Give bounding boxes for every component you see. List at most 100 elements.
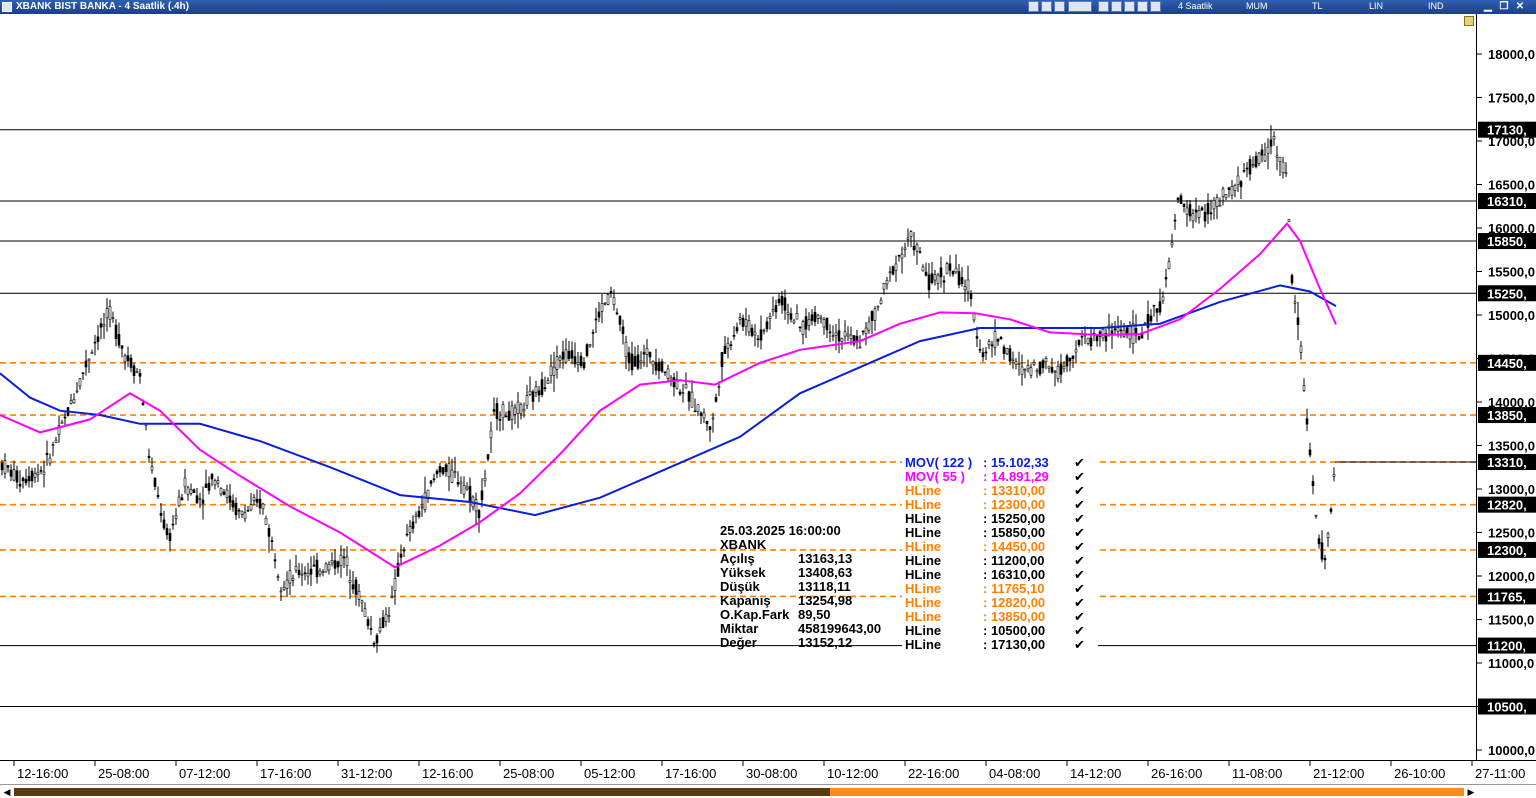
toolbar-tool-7-icon[interactable] (1137, 1, 1148, 12)
ohlc-value: 13408,63 (798, 565, 852, 580)
candle-body (480, 490, 484, 501)
candle-body (768, 315, 772, 319)
toolbar-tool-5-icon[interactable] (1111, 1, 1122, 12)
candle-body (834, 332, 838, 336)
candle-body (150, 466, 154, 471)
candle-body (1314, 514, 1318, 517)
ohlc-value: 13152,12 (798, 635, 852, 650)
time-axis[interactable]: 12-16:00 25-08:00 07-12:00 17-16:00 31-12:00… (0, 760, 1536, 784)
legend-check-icon: ✔ (1074, 455, 1085, 470)
candle-body (597, 311, 601, 318)
candle-body (621, 326, 625, 334)
candle-body (705, 421, 709, 425)
toolbar-tool-8-icon[interactable] (1150, 1, 1161, 12)
x-tick-label: 26-16:00 (1151, 766, 1202, 781)
scroll-thumb[interactable] (830, 788, 1464, 796)
candle-body (813, 312, 817, 323)
candle-body (999, 337, 1003, 340)
legend-value: : 10500,00 (983, 623, 1045, 638)
candle-body (498, 418, 502, 421)
candle-body (165, 528, 169, 536)
legend-value: : 12300,00 (983, 497, 1045, 512)
candle-body (234, 502, 238, 516)
candle-body (420, 506, 424, 509)
chart-plot-area[interactable]: 25.03.2025 16:00:00 XBANK Açılış 13163,13 Yü… (0, 14, 1476, 760)
candle-body (807, 319, 811, 326)
menu-currency[interactable]: TL (1312, 1, 1323, 11)
candle-body (438, 466, 442, 473)
toolbar-tool-4-icon[interactable] (1098, 1, 1109, 12)
toolbar-dropdown-icon[interactable] (1068, 1, 1092, 12)
candle-body (1170, 242, 1174, 246)
x-tick-label: 25-08:00 (503, 766, 554, 781)
candle-body (711, 417, 715, 420)
candle-body (1248, 159, 1252, 175)
candle-body (693, 410, 697, 413)
candle-body (864, 327, 868, 334)
candle-body (1188, 204, 1192, 217)
candle-body (1200, 207, 1204, 211)
candle-body (108, 305, 112, 320)
legend-check-icon: ✔ (1074, 637, 1085, 652)
candle-body (687, 391, 691, 402)
chart-resize-icon[interactable] (1464, 16, 1474, 26)
scroll-left-icon[interactable]: ◀ (2, 787, 12, 797)
candle-body (222, 491, 226, 495)
menu-scale[interactable]: LIN (1369, 1, 1383, 11)
window-titlebar: XBANK BIST BANKA - 4 Saatlik (.4h) 4 Saa… (0, 0, 1536, 14)
candle-body (417, 510, 421, 517)
candle-body (720, 352, 724, 368)
candle-body (882, 283, 886, 290)
candle-body (1161, 296, 1165, 302)
candle-body (1299, 345, 1303, 353)
candle-body (771, 309, 775, 312)
candle-body (114, 324, 118, 340)
scroll-right-icon[interactable]: ▶ (1466, 787, 1476, 797)
candle-body (369, 628, 373, 630)
toolbar-tool-1-icon[interactable] (1028, 1, 1039, 12)
candle-body (21, 477, 25, 482)
toolbar-tool-6-icon[interactable] (1124, 1, 1135, 12)
legend-value: : 15250,00 (983, 511, 1045, 526)
price-axis[interactable]: 18000,0 17500,0 17000,0 16500,0 16000,0 15500… (1476, 14, 1536, 760)
candle-body (1320, 542, 1324, 560)
legend-label: MOV( 55 ) (905, 469, 965, 484)
candle-body (645, 348, 649, 355)
toolbar-tool-3-icon[interactable] (1054, 1, 1065, 12)
candle-body (549, 365, 553, 376)
candle-body (180, 497, 184, 501)
candle-body (1101, 328, 1105, 339)
candle-body (312, 564, 316, 567)
restore-icon[interactable]: ❐ (1498, 1, 1510, 13)
toolbar-tool-2-icon[interactable] (1041, 1, 1052, 12)
candle-body (948, 263, 952, 271)
candle-body (885, 280, 889, 285)
candle-body (1185, 207, 1189, 215)
candle-body (1227, 187, 1231, 190)
menu-chart-type[interactable]: MUM (1246, 1, 1268, 11)
x-tick-label: 14-12:00 (1070, 766, 1121, 781)
minimize-icon[interactable]: ▁ (1482, 1, 1494, 13)
menu-indicators[interactable]: IND (1428, 1, 1444, 11)
candle-body (912, 245, 916, 251)
legend-value: : 15.102,33 (983, 455, 1049, 470)
candle-body (348, 580, 352, 583)
horizontal-scrollbar[interactable]: ◀ ▶ (0, 784, 1536, 798)
x-tick-label: 10-12:00 (827, 766, 878, 781)
candle-body (993, 331, 997, 348)
candle-body (1074, 348, 1078, 353)
candle-body (582, 362, 586, 369)
candle-body (336, 561, 340, 568)
menu-timeframe[interactable]: 4 Saatlik (1178, 1, 1213, 11)
close-icon[interactable]: ✕ (1514, 1, 1526, 13)
legend-value: : 12820,00 (983, 595, 1045, 610)
axis-price-tag-label: 11765, (1487, 589, 1526, 604)
legend-label: HLine (905, 637, 941, 652)
candle-body (345, 556, 349, 567)
candle-body (1137, 335, 1141, 340)
y-tick-label: 17500,0 (1488, 91, 1535, 106)
candle-body (1221, 188, 1225, 197)
candle-body (72, 399, 76, 404)
candle-body (960, 277, 964, 285)
candle-body (198, 498, 202, 501)
